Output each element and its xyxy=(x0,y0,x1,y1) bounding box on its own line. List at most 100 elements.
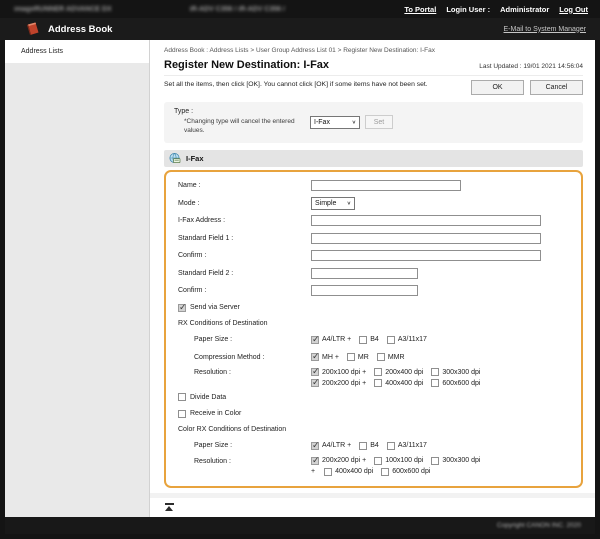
color-rx-resolution-group: 200x200 dpi + 100x100 dpi 300x300 dpi + … xyxy=(311,457,481,476)
ifax-icon xyxy=(169,153,181,164)
back-to-top-icon xyxy=(165,503,174,505)
type-panel: Type : *Changing type will cancel the en… xyxy=(164,102,583,143)
ifax-form-box: Name : Mode : Simple ∨ I-Fax Address : S… xyxy=(164,170,583,488)
rx-paper-size-row: Paper Size : A4/LTR + B4 A3/11x17 xyxy=(178,331,571,349)
send-via-server-checkbox[interactable] xyxy=(178,304,186,312)
field-row-mode: Mode : Simple ∨ xyxy=(178,195,571,213)
to-portal-link[interactable]: To Portal xyxy=(404,5,436,14)
main-content: Address Book : Address Lists > User Grou… xyxy=(150,40,595,517)
ok-button[interactable]: OK xyxy=(471,80,524,95)
page-body: Address Lists Address Book : Address Lis… xyxy=(5,40,595,517)
rx-res-600x600-checkbox[interactable] xyxy=(431,379,439,387)
receive-in-color-checkbox[interactable] xyxy=(178,410,186,418)
login-user-label: Login User : xyxy=(446,5,490,14)
rx-res-200x400-checkbox[interactable] xyxy=(374,368,382,376)
instruction-text: Set all the items, then click [OK]. You … xyxy=(164,80,464,90)
rx-paper-size-group: A4/LTR + B4 A3/11x17 xyxy=(311,336,427,344)
confirm-1-label: Confirm : xyxy=(178,252,311,259)
cancel-button[interactable]: Cancel xyxy=(530,80,583,95)
set-button[interactable]: Set xyxy=(365,115,393,129)
instruction-row: Set all the items, then click [OK]. You … xyxy=(164,80,583,95)
field-row-ifax-address: I-Fax Address : xyxy=(178,212,571,230)
device-model: imageRUNNER ADVANCE DX xyxy=(14,6,112,13)
confirm-1-input[interactable] xyxy=(311,250,541,261)
rx-compression-row: Compression Method : MH + MR MMR xyxy=(178,349,571,367)
device-name: iR-ADV C356 / iR-ADV C356 / xyxy=(190,6,285,13)
field-row-name: Name : xyxy=(178,177,571,195)
name-input[interactable] xyxy=(311,180,461,191)
ifax-section-header: I-Fax xyxy=(164,150,583,167)
rx-conditions-title: RX Conditions of Destination xyxy=(178,316,571,331)
color-rx-paper-a3-checkbox[interactable] xyxy=(387,442,395,450)
color-rx-res-600x600-checkbox[interactable] xyxy=(381,468,389,476)
receive-in-color-label: Receive in Color xyxy=(190,410,241,417)
type-select-value: I-Fax xyxy=(314,119,330,126)
section-title: I-Fax xyxy=(186,154,204,163)
divide-data-label: Divide Data xyxy=(190,394,226,401)
rx-res-400x400-checkbox[interactable] xyxy=(374,379,382,387)
standard-field-1-input[interactable] xyxy=(311,233,541,244)
log-out-link[interactable]: Log Out xyxy=(559,5,588,14)
rx-res-300x300-checkbox[interactable] xyxy=(431,368,439,376)
color-rx-res-200x200-checkbox[interactable] xyxy=(311,457,319,465)
back-to-top-button[interactable] xyxy=(164,503,174,511)
mail-to-system-manager-link[interactable]: E-Mail to System Manager xyxy=(504,26,586,33)
mode-label: Mode : xyxy=(178,200,311,207)
color-rx-paper-a4ltr-checkbox[interactable] xyxy=(311,442,319,450)
rx-res-200x200-checkbox[interactable] xyxy=(311,379,319,387)
last-updated: Last Updated : 19/01 2021 14:56:04 xyxy=(479,63,583,71)
chevron-down-icon: ∨ xyxy=(347,200,351,206)
app-title: Address Book xyxy=(48,24,112,35)
mode-select[interactable]: Simple ∨ xyxy=(311,197,355,210)
sidebar-item-label: Address Lists xyxy=(21,48,63,55)
standard-field-2-input[interactable] xyxy=(311,268,418,279)
sidebar: Address Lists xyxy=(5,40,150,517)
type-select[interactable]: I-Fax ∨ xyxy=(310,116,360,129)
rx-res-200x100-checkbox[interactable] xyxy=(311,368,319,376)
login-user-name: Administrator xyxy=(500,5,549,14)
send-via-server-label: Send via Server xyxy=(190,304,240,311)
color-rx-paper-size-row: Paper Size : A4/LTR + B4 A3/11x17 xyxy=(178,437,571,455)
rx-paper-a3-checkbox[interactable] xyxy=(387,336,395,344)
color-rx-paper-b4-checkbox[interactable] xyxy=(359,442,367,450)
address-book-icon xyxy=(25,22,40,36)
ifax-address-input[interactable] xyxy=(311,215,541,226)
field-row-confirm-1: Confirm : xyxy=(178,247,571,265)
rx-paper-a4ltr-checkbox[interactable] xyxy=(311,336,319,344)
field-row-standard-field-2: Standard Field 2 : xyxy=(178,265,571,283)
rx-resolution-row: Resolution : 200x100 dpi + 200x400 dpi 3… xyxy=(178,366,571,389)
color-rx-resolution-row: Resolution : 200x200 dpi + 100x100 dpi 3… xyxy=(178,455,571,478)
rx-compression-label: Compression Method : xyxy=(178,354,311,361)
confirm-2-input[interactable] xyxy=(311,285,418,296)
name-label: Name : xyxy=(178,182,311,189)
send-via-server-row: Send via Server xyxy=(178,300,571,317)
color-rx-resolution-label: Resolution : xyxy=(178,457,311,465)
title-row: Register New Destination: I-Fax Last Upd… xyxy=(164,59,583,76)
rx-compression-mmr-checkbox[interactable] xyxy=(377,353,385,361)
receive-in-color-row: Receive in Color xyxy=(178,406,571,423)
mode-select-value: Simple xyxy=(315,200,336,207)
top-right-links: To Portal Login User : Administrator Log… xyxy=(404,5,588,14)
footer-bar: Copyright CANON INC. 2020 xyxy=(5,517,595,534)
rx-resolution-label: Resolution : xyxy=(178,368,311,376)
page-title: Register New Destination: I-Fax xyxy=(164,59,329,71)
copyright-text: Copyright CANON INC. 2020 xyxy=(497,522,581,529)
divide-data-row: Divide Data xyxy=(178,389,571,406)
ifax-address-label: I-Fax Address : xyxy=(178,217,311,224)
rx-compression-mr-checkbox[interactable] xyxy=(347,353,355,361)
color-rx-paper-size-label: Paper Size : xyxy=(178,442,311,449)
color-rx-res-400x400-checkbox[interactable] xyxy=(324,468,332,476)
remote-ui-window: imageRUNNER ADVANCE DX iR-ADV C356 / iR-… xyxy=(0,0,600,539)
chevron-down-icon: ∨ xyxy=(352,119,356,125)
sidebar-item-address-lists[interactable]: Address Lists xyxy=(5,40,149,63)
rx-paper-b4-checkbox[interactable] xyxy=(359,336,367,344)
rx-compression-mh-checkbox[interactable] xyxy=(311,353,319,361)
plus-prefix: + xyxy=(311,468,315,475)
type-controls: I-Fax ∨ Set xyxy=(310,115,393,129)
color-rx-res-100x100-checkbox[interactable] xyxy=(374,457,382,465)
type-label: Type : xyxy=(174,108,573,115)
breadcrumb[interactable]: Address Book : Address Lists > User Grou… xyxy=(164,47,583,54)
color-rx-res-300x300-checkbox[interactable] xyxy=(431,457,439,465)
divide-data-checkbox[interactable] xyxy=(178,393,186,401)
standard-field-1-label: Standard Field 1 : xyxy=(178,235,311,242)
